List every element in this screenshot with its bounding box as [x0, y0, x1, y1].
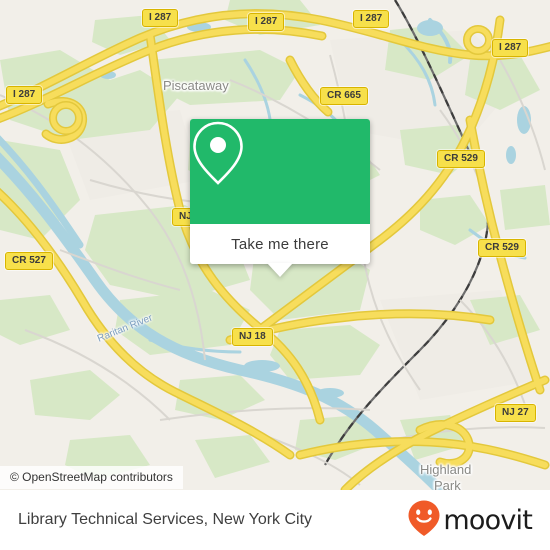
popup-tail [267, 263, 293, 277]
popup-header [190, 119, 370, 224]
take-me-there-button[interactable]: Take me there [231, 236, 329, 253]
route-shield-i287-top-left[interactable]: I 287 [142, 9, 179, 27]
route-shield-i287-right[interactable]: I 287 [492, 39, 529, 57]
popup-footer[interactable]: Take me there [190, 224, 370, 277]
place-label-highland: Highland [420, 462, 472, 477]
route-shield-cr529-upper[interactable]: CR 529 [437, 150, 485, 168]
route-shield-cr527[interactable]: CR 527 [5, 252, 53, 270]
route-shield-i287-left[interactable]: I 287 [6, 86, 43, 104]
route-shield-nj18[interactable]: NJ 18 [232, 328, 273, 346]
place-title: Library Technical Services, New York Cit… [18, 511, 313, 528]
moovit-wordmark: moovit [443, 504, 532, 536]
osm-attribution[interactable]: © OpenStreetMap contributors [0, 466, 183, 489]
route-shield-cr529-lower[interactable]: CR 529 [478, 239, 526, 257]
moovit-brand[interactable]: moovit [407, 499, 533, 542]
map-screenshot: Piscataway Highland Park Raritan River I… [0, 0, 550, 550]
moovit-smiley-pin-icon [407, 499, 441, 542]
destination-popup[interactable]: Take me there [190, 119, 370, 277]
footer-bar: Library Technical Services, New York Cit… [0, 490, 550, 550]
place-label-piscataway: Piscataway [163, 78, 229, 93]
place-label-park: Park [434, 478, 461, 490]
route-shield-cr665[interactable]: CR 665 [320, 87, 368, 105]
map-canvas[interactable]: Piscataway Highland Park Raritan River I… [0, 0, 550, 490]
route-shield-i287-top-center[interactable]: I 287 [248, 13, 285, 31]
route-shield-nj27[interactable]: NJ 27 [495, 404, 536, 422]
route-shield-i287-top-right[interactable]: I 287 [353, 10, 390, 28]
